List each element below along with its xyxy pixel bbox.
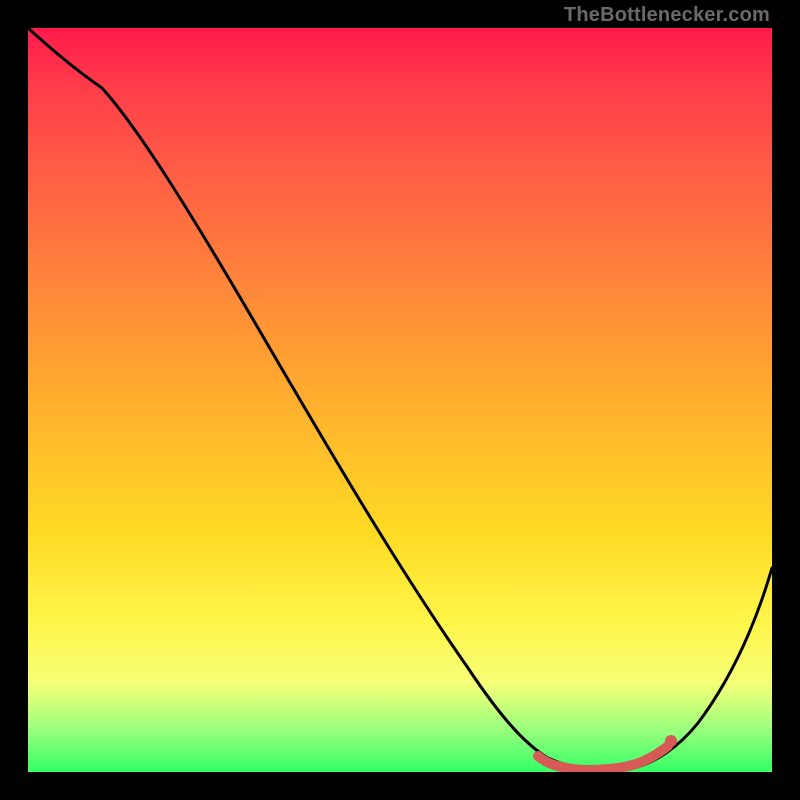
highlight-end-dot-icon bbox=[665, 735, 677, 747]
highlight-region-path bbox=[538, 746, 668, 770]
bottleneck-curve-path bbox=[28, 28, 772, 770]
plot-area bbox=[28, 28, 772, 772]
chart-frame: TheBottlenecker.com bbox=[0, 0, 800, 800]
bottleneck-curve-svg bbox=[28, 28, 772, 772]
attribution-label: TheBottlenecker.com bbox=[564, 4, 770, 27]
